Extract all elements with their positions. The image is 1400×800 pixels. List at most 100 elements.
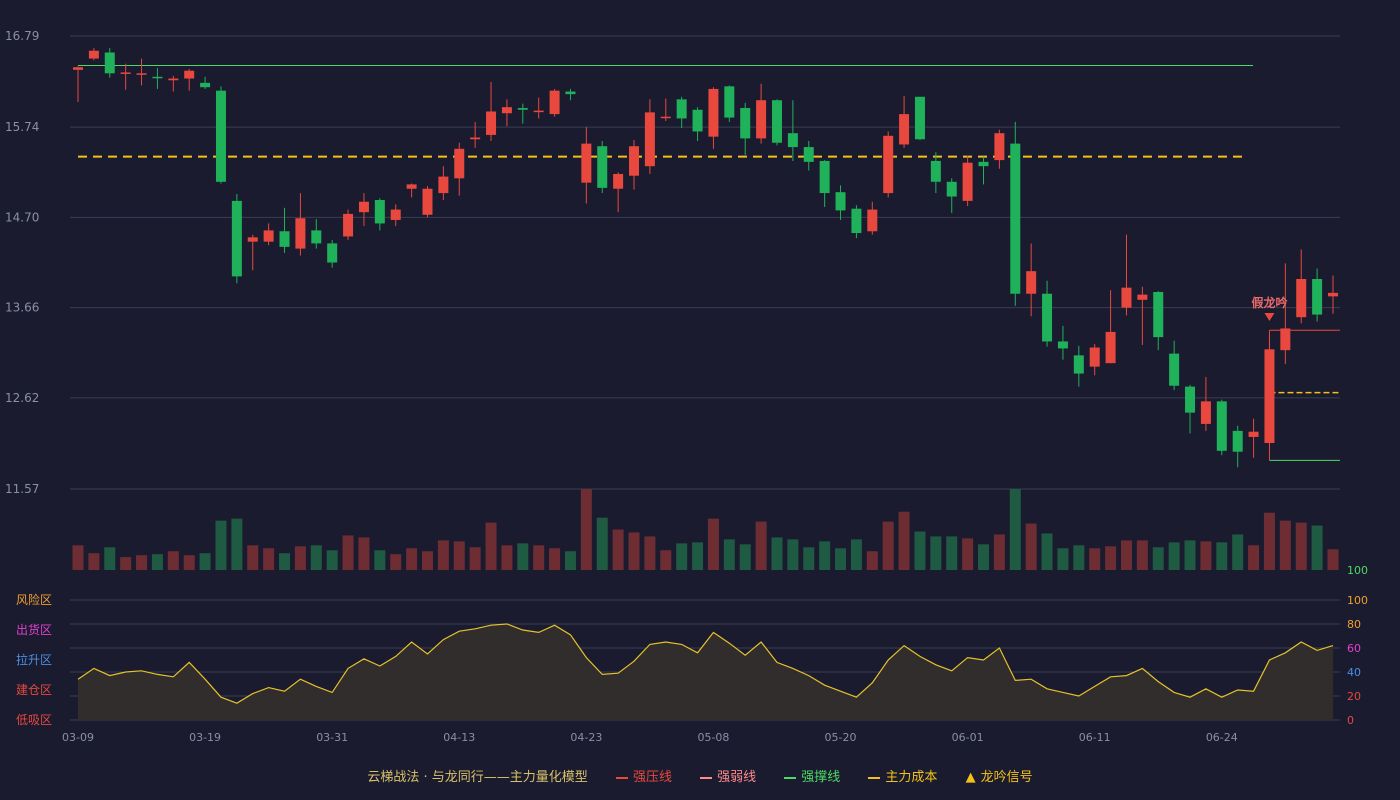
volume-bar — [644, 536, 656, 570]
candle-body — [1200, 401, 1211, 424]
volume-bar — [1136, 540, 1148, 570]
volume-bar — [803, 547, 815, 570]
candle-body — [390, 209, 401, 220]
volume-bar — [755, 521, 767, 570]
x-tick-label: 05-20 — [825, 731, 857, 744]
candle-body — [676, 99, 687, 119]
candle-body — [835, 192, 846, 211]
candle-body — [263, 230, 274, 242]
volume-bar — [564, 551, 576, 570]
candle-body — [1312, 278, 1323, 315]
candle-body — [930, 160, 941, 182]
candle-body — [724, 86, 735, 118]
volume-bar — [88, 553, 100, 570]
volume-bar — [326, 550, 338, 570]
volume-bar — [310, 545, 322, 570]
volume-bar — [1279, 520, 1291, 570]
candle-body — [120, 72, 131, 74]
candle-body — [486, 111, 497, 135]
candle-body — [899, 114, 910, 145]
candle-body — [851, 208, 862, 233]
candle-body — [1280, 328, 1291, 351]
candle-body — [692, 109, 703, 132]
candle-body — [787, 133, 798, 148]
volume-bar — [930, 536, 942, 570]
volume-bar — [1248, 545, 1260, 570]
legend: 云梯战法 · 与龙同行——主力量化模型 强压线 强弱线 强撑线 主力成本 ▲ 龙吟… — [0, 766, 1400, 785]
volume-bar — [835, 548, 847, 570]
candle-body — [549, 90, 560, 115]
volume-bar — [1089, 548, 1101, 570]
volume-bar — [1200, 541, 1212, 570]
volume-bar — [199, 553, 211, 570]
candle-body — [295, 218, 306, 249]
oscillator-tick-label: 20 — [1347, 690, 1361, 703]
candle-body — [1057, 341, 1068, 349]
volume-bar — [1263, 512, 1275, 570]
candle-body — [1026, 271, 1037, 294]
candle-body — [1248, 431, 1259, 437]
volume-bar — [707, 518, 719, 570]
legend-item-weak: 强弱线 — [700, 770, 756, 785]
volume-bar — [866, 551, 878, 570]
candle-body — [771, 100, 782, 143]
candle-body — [867, 209, 878, 232]
candle-body — [581, 143, 592, 183]
candle-body — [168, 78, 179, 81]
candle-body — [962, 162, 973, 201]
volume-bar — [279, 553, 291, 570]
volume-bar — [1057, 548, 1069, 570]
volume-bar — [1041, 533, 1053, 570]
candle-body — [1232, 430, 1243, 452]
candle-body — [1137, 294, 1148, 300]
candle-body — [88, 50, 99, 59]
volume-bar — [1295, 522, 1307, 570]
volume-bar — [1152, 547, 1164, 570]
x-tick-label: 06-11 — [1079, 731, 1111, 744]
volume-bar — [120, 557, 132, 570]
volume-bar — [1327, 549, 1339, 570]
volume-bar — [1168, 542, 1180, 570]
candle-body — [883, 135, 894, 194]
volume-bar — [183, 555, 195, 570]
candle-body — [1296, 278, 1307, 318]
volume-bar — [1232, 534, 1244, 570]
volume-bar — [549, 548, 561, 570]
x-tick-label: 06-24 — [1206, 731, 1238, 744]
volume-bar — [676, 543, 688, 570]
down-arrow-icon — [1264, 313, 1275, 321]
legend-swatch — [868, 776, 881, 779]
volume-bar — [1216, 542, 1228, 570]
legend-swatch — [784, 776, 797, 779]
candle-body — [104, 52, 115, 74]
candle-body — [1073, 355, 1084, 374]
legend-item-support: 强撑线 — [784, 770, 840, 785]
candle-body — [136, 73, 147, 75]
volume-bar — [231, 518, 243, 570]
oscillator-tick-label: 40 — [1347, 666, 1361, 679]
candle-body — [1169, 353, 1180, 386]
volume-bar — [819, 541, 831, 570]
volume-bar — [533, 545, 545, 570]
candle-body — [978, 161, 989, 167]
volume-bar — [390, 554, 402, 570]
volume-bar — [993, 534, 1005, 570]
legend-swatch — [615, 776, 628, 779]
x-tick-label: 03-31 — [316, 731, 348, 744]
candle-body — [629, 146, 640, 176]
candle-body — [803, 147, 814, 162]
price-tick-label: 14.70 — [5, 210, 39, 224]
volume-bar — [946, 536, 958, 570]
candle-body — [1153, 292, 1164, 338]
candle-body — [1121, 287, 1132, 308]
volume-bar — [437, 540, 449, 570]
volume-bar — [1311, 525, 1323, 570]
candle-body — [184, 70, 195, 79]
candle-body — [914, 96, 925, 140]
x-tick-label: 03-09 — [62, 731, 94, 744]
candle-body — [819, 160, 830, 194]
legend-label: 主力成本 — [885, 770, 938, 785]
price-tick-label: 12.62 — [5, 391, 39, 405]
volume-bar — [517, 543, 529, 570]
candle-body — [1216, 401, 1227, 451]
